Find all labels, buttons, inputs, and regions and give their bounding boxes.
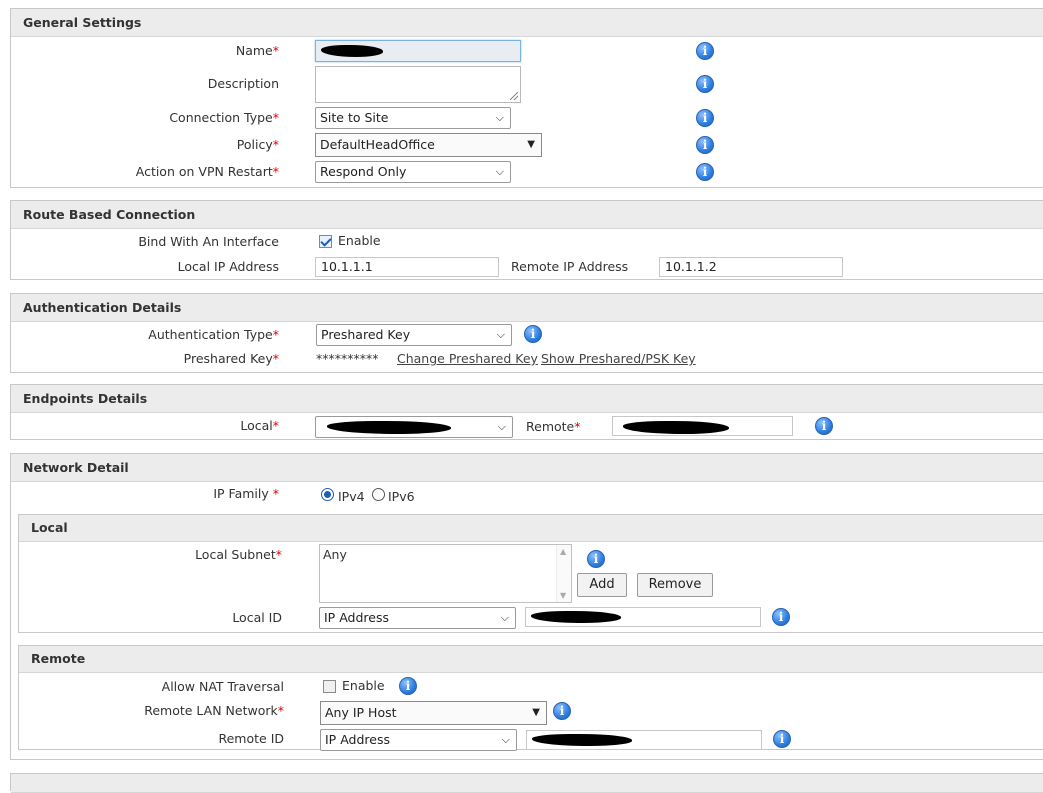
local-endpoint-label: Local* xyxy=(240,418,279,433)
preshared-key-masked: ********** xyxy=(316,351,379,366)
chevron-down-icon: ⌵ xyxy=(495,111,504,124)
chevron-down-icon: ⌵ xyxy=(495,165,504,178)
remote-lan-label: Remote LAN Network* xyxy=(144,703,284,718)
info-icon[interactable]: i xyxy=(696,75,714,93)
authentication-header: Authentication Details xyxy=(11,294,1043,322)
info-icon[interactable]: i xyxy=(772,608,790,626)
local-id-type-select[interactable]: IP Address ⌵ xyxy=(319,607,516,629)
local-subsection-header: Local xyxy=(19,515,1043,542)
description-textarea[interactable] xyxy=(315,66,521,103)
local-id-label: Local ID xyxy=(232,610,282,625)
show-preshared-key-link[interactable]: Show Preshared/PSK Key xyxy=(541,351,696,366)
bind-interface-label: Bind With An Interface xyxy=(138,234,279,249)
description-label: Description xyxy=(207,76,279,91)
connection-type-select[interactable]: Site to Site ⌵ xyxy=(315,107,511,129)
listbox-scrollbar[interactable]: ▲ ▼ xyxy=(556,545,571,602)
info-icon[interactable]: i xyxy=(815,417,833,435)
network-detail-section: Network Detail IP Family * IPv4 IPv6 Loc… xyxy=(10,453,1043,760)
remote-lan-select[interactable]: Any IP Host ▼ xyxy=(320,701,547,725)
chevron-down-icon: ⌵ xyxy=(500,611,509,624)
nat-traversal-label: Allow NAT Traversal xyxy=(161,679,284,694)
remote-ip-input[interactable]: 10.1.1.2 xyxy=(659,257,843,277)
general-settings-section: General Settings Name* i Description i C… xyxy=(10,8,1043,188)
next-section-header xyxy=(11,774,1043,793)
ipv6-radio[interactable] xyxy=(372,488,385,501)
local-subnet-item[interactable]: Any xyxy=(323,547,568,562)
nat-traversal-checkbox[interactable] xyxy=(323,680,336,693)
bind-enable-label: Enable xyxy=(338,233,381,248)
ip-family-label: IP Family * xyxy=(213,486,279,501)
local-ip-input[interactable]: 10.1.1.1 xyxy=(315,257,499,277)
scroll-up-icon[interactable]: ▲ xyxy=(560,547,566,556)
remote-endpoint-label: Remote* xyxy=(526,419,581,434)
route-based-section: Route Based Connection Bind With An Inte… xyxy=(10,200,1043,280)
connection-type-label: Connection Type* xyxy=(169,110,279,125)
policy-label: Policy* xyxy=(236,137,279,152)
remote-subsection-header: Remote xyxy=(19,646,1043,673)
remote-id-label: Remote ID xyxy=(218,731,284,746)
policy-select[interactable]: DefaultHeadOffice ▼ xyxy=(315,133,542,157)
info-icon[interactable]: i xyxy=(696,163,714,181)
route-based-header: Route Based Connection xyxy=(11,201,1043,229)
info-icon[interactable]: i xyxy=(399,677,417,695)
local-ip-label: Local IP Address xyxy=(177,259,279,274)
remote-ip-label: Remote IP Address xyxy=(511,259,629,274)
chevron-down-icon: ⌵ xyxy=(501,733,510,746)
preshared-key-label: Preshared Key* xyxy=(183,351,279,366)
local-subnet-listbox[interactable]: Any ▲ ▼ xyxy=(319,544,572,603)
local-subsection: Local Local Subnet* Any ▲ ▼ i Add Remove … xyxy=(18,514,1043,633)
chevron-down-icon: ⌵ xyxy=(496,328,505,341)
change-preshared-key-link[interactable]: Change Preshared Key xyxy=(397,351,538,366)
remote-id-type-select[interactable]: IP Address ⌵ xyxy=(320,729,517,751)
info-icon[interactable]: i xyxy=(696,109,714,127)
endpoints-header: Endpoints Details xyxy=(11,385,1043,413)
info-icon[interactable]: i xyxy=(553,702,571,720)
scroll-down-icon[interactable]: ▼ xyxy=(560,591,566,600)
add-subnet-button[interactable]: Add xyxy=(577,573,627,597)
info-icon[interactable]: i xyxy=(587,550,605,568)
next-section-edge xyxy=(10,773,1043,793)
authentication-section: Authentication Details Authentication Ty… xyxy=(10,293,1043,373)
remove-subnet-button[interactable]: Remove xyxy=(637,573,713,597)
remote-subsection: Remote Allow NAT Traversal Enable i Remo… xyxy=(18,645,1043,751)
dropdown-arrow-icon: ▼ xyxy=(527,139,535,150)
dropdown-arrow-icon: ▼ xyxy=(532,707,540,718)
action-on-restart-select[interactable]: Respond Only ⌵ xyxy=(315,161,511,183)
auth-type-select[interactable]: Preshared Key ⌵ xyxy=(316,324,512,346)
info-icon[interactable]: i xyxy=(696,136,714,154)
auth-type-label: Authentication Type* xyxy=(148,327,279,342)
info-icon[interactable]: i xyxy=(524,325,542,343)
nat-enable-label: Enable xyxy=(342,678,385,693)
general-settings-header: General Settings xyxy=(11,9,1043,37)
chevron-down-icon: ⌵ xyxy=(497,420,506,433)
info-icon[interactable]: i xyxy=(696,42,714,60)
network-detail-header: Network Detail xyxy=(11,454,1043,482)
ipv4-label: IPv4 xyxy=(338,489,365,504)
ipv4-radio[interactable] xyxy=(321,488,334,501)
endpoints-section: Endpoints Details Local* ⌵ Remote* i xyxy=(10,384,1043,440)
ipv6-label: IPv6 xyxy=(388,489,415,504)
resize-grip-icon[interactable] xyxy=(510,92,518,100)
info-icon[interactable]: i xyxy=(773,730,791,748)
bind-interface-checkbox[interactable] xyxy=(319,235,332,248)
action-on-restart-label: Action on VPN Restart* xyxy=(135,164,279,179)
local-subnet-label: Local Subnet* xyxy=(195,547,282,562)
name-label: Name* xyxy=(235,43,279,58)
